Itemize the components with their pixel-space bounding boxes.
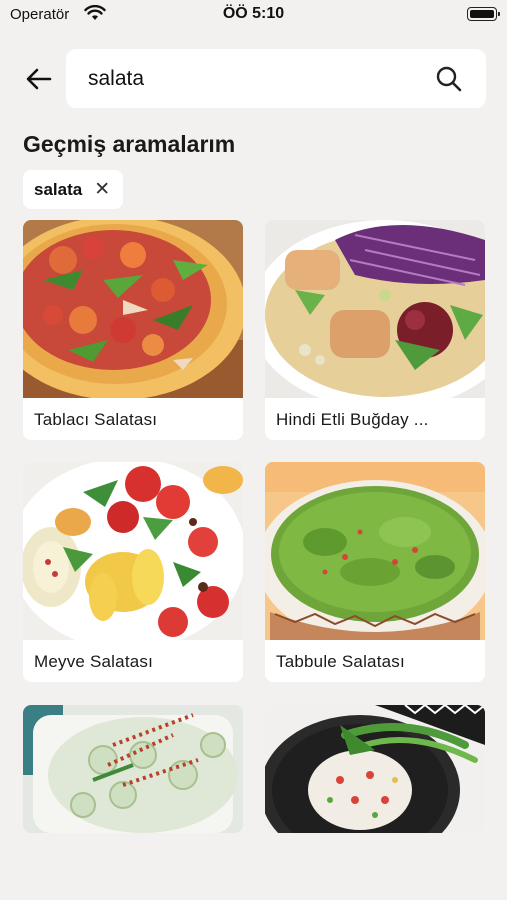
status-time: ÖÖ 5:10	[222, 5, 285, 22]
recipe-card[interactable]: Hindi Etli Buğday ...	[265, 220, 485, 440]
recipe-image	[23, 462, 243, 640]
search-box	[66, 49, 486, 108]
search-input[interactable]	[88, 59, 408, 99]
status-bar: Operatör ÖÖ 5:10	[0, 0, 507, 30]
recipe-title: Tabbule Salatası	[276, 652, 405, 671]
recipe-card[interactable]: Tabbule Salatası	[265, 462, 485, 682]
recipe-title: Meyve Salatası	[34, 652, 154, 671]
search-button[interactable]	[434, 64, 464, 94]
recipe-image	[23, 220, 243, 398]
history-chip-label: salata	[34, 179, 83, 199]
recipe-card[interactable]	[265, 705, 485, 833]
recipe-card[interactable]	[23, 705, 243, 833]
recipe-image	[265, 462, 485, 640]
recipe-title: Tablacı Salatası	[34, 410, 158, 429]
recipe-title: Hindi Etli Buğday ...	[276, 410, 429, 429]
recipe-image	[23, 705, 243, 833]
history-title: Geçmiş aramalarım	[23, 131, 236, 157]
recipe-card[interactable]: Tablacı Salatası	[23, 220, 243, 440]
back-button[interactable]	[20, 60, 58, 98]
history-chip[interactable]: salata ✕	[23, 170, 124, 209]
recipe-image	[265, 705, 485, 833]
arrow-left-icon	[26, 68, 52, 90]
recipe-card[interactable]: Meyve Salatası	[23, 462, 243, 682]
battery-icon	[467, 7, 500, 21]
magnifier-icon	[436, 66, 462, 92]
recipe-image	[265, 220, 485, 398]
close-icon[interactable]: ✕	[94, 180, 110, 199]
